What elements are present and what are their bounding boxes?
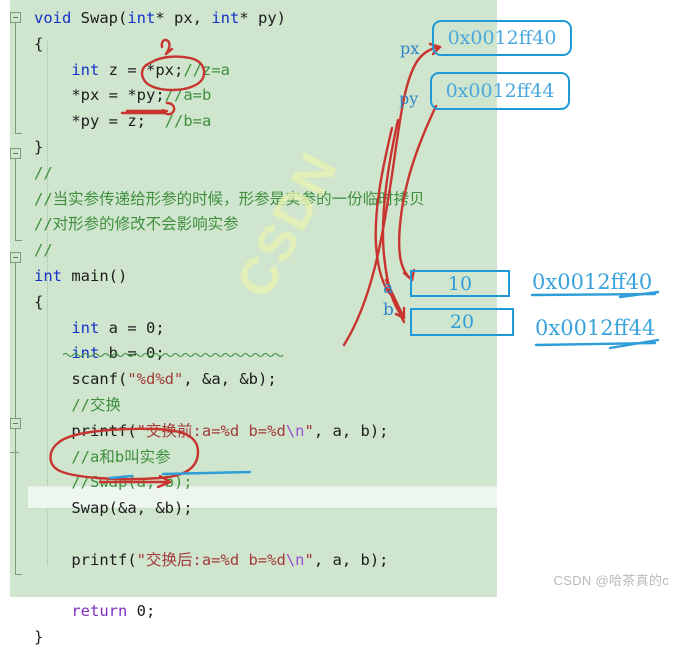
code-token: } [34, 137, 44, 156]
b-value-box: 20 [410, 308, 514, 336]
code-token: 0; [127, 602, 156, 621]
code-token: "%d%d" [127, 370, 184, 389]
code-token: //交换 [71, 395, 121, 414]
code-token: //对形参的修改不会影响实参 [34, 215, 239, 234]
code-line: //a和b叫实参 [34, 445, 504, 471]
code-token: printf( [71, 550, 137, 569]
fold-toggle-icon[interactable] [10, 418, 21, 429]
pointer-label-px: px [400, 39, 420, 58]
code-token: } [34, 628, 44, 647]
fold-toggle-icon[interactable] [10, 148, 21, 159]
code-token: //b=a [164, 112, 212, 131]
code-line: printf("交换前:a=%d b=%d\n", a, b); [34, 419, 504, 445]
b-address: 0x0012ff44 [535, 316, 656, 340]
code-token: //z=a [183, 60, 230, 79]
code-line: Swap(&a, &b); [34, 496, 504, 522]
code-line: //对形参的修改不会影响实参 [34, 212, 504, 238]
code-editor-pane[interactable]: void Swap(int* px, int* py){ int z = *px… [0, 0, 681, 646]
code-token: a = 0; [99, 318, 165, 337]
code-token: *py = z; [71, 112, 165, 131]
code-token: * py) [239, 9, 286, 27]
code-line: // [34, 161, 504, 187]
a-value-box: 10 [410, 270, 510, 297]
a-address: 0x0012ff40 [532, 270, 653, 294]
fold-range-end [15, 574, 22, 575]
code-token: int [34, 266, 62, 285]
fold-toggle-icon[interactable] [10, 252, 21, 263]
fold-range-end [15, 240, 22, 241]
code-line: } [34, 625, 504, 651]
code-line: } [34, 135, 504, 161]
fold-range-line [15, 159, 16, 240]
variable-label-a: a [383, 278, 394, 298]
code-token: , a, b); [313, 550, 389, 569]
code-token: { [34, 34, 44, 53]
code-token: , a, b); [313, 421, 389, 440]
code-token: " [304, 421, 314, 440]
code-token: int [71, 60, 100, 79]
code-token: //a和b叫实参 [71, 447, 171, 466]
code-token: { [34, 292, 44, 311]
code-token: // [34, 163, 53, 182]
code-token: z = *px; [99, 60, 184, 79]
code-line: scanf("%d%d", &a, &b); [34, 367, 504, 393]
code-token: main() [62, 266, 128, 285]
code-line: printf("交换后:a=%d b=%d\n", a, b); [34, 548, 504, 574]
pointer-label-py: py [399, 89, 419, 108]
code-token: \n [285, 421, 305, 440]
csdn-watermark: CSDN @哈茶真的c [553, 573, 669, 588]
variable-label-b: b [383, 300, 394, 320]
code-token: " [304, 550, 314, 569]
py-address-box: 0x0012ff44 [430, 72, 570, 110]
code-token: //当实参传递给形参的时候，形参是实参的一份临时拷贝 [34, 189, 425, 208]
code-token: "交换前:a=%d b=%d [136, 421, 286, 440]
code-token: "交换后:a=%d b=%d [136, 550, 286, 569]
code-token: scanf( [71, 370, 128, 389]
code-token: int [211, 9, 240, 27]
code-line: *py = z; //b=a [34, 109, 504, 135]
code-line: //交换 [34, 393, 504, 419]
code-token: // [34, 241, 53, 260]
scanf-error-squiggle [63, 352, 284, 358]
code-token: int [127, 9, 156, 27]
code-line [34, 522, 504, 548]
code-token: //Swap(a, b); [71, 473, 193, 492]
code-line: // [34, 238, 504, 264]
code-token: , &a, &b); [183, 370, 277, 389]
code-line: //当实参传递给形参的时候，形参是实参的一份临时拷贝 [34, 187, 504, 213]
fold-range-line [15, 23, 16, 133]
fold-range-end [15, 133, 22, 134]
code-token: \n [285, 550, 305, 569]
code-token: *px = *py; [71, 86, 165, 105]
px-address-box: 0x0012ff40 [432, 20, 572, 56]
fold-toggle-icon[interactable] [10, 12, 21, 23]
code-token: * px, [155, 9, 212, 27]
code-token: void [34, 9, 72, 27]
code-token: printf( [71, 421, 137, 440]
code-token: return [71, 602, 128, 621]
code-token: Swap( [71, 9, 128, 27]
code-token: //a=b [164, 86, 212, 105]
code-line: return 0; [34, 599, 504, 625]
code-line: //Swap(a, b); [34, 470, 504, 496]
code-line [34, 574, 504, 600]
fold-range-end [10, 452, 19, 453]
code-token: int [71, 318, 100, 337]
code-token: Swap(&a, &b); [71, 499, 193, 518]
